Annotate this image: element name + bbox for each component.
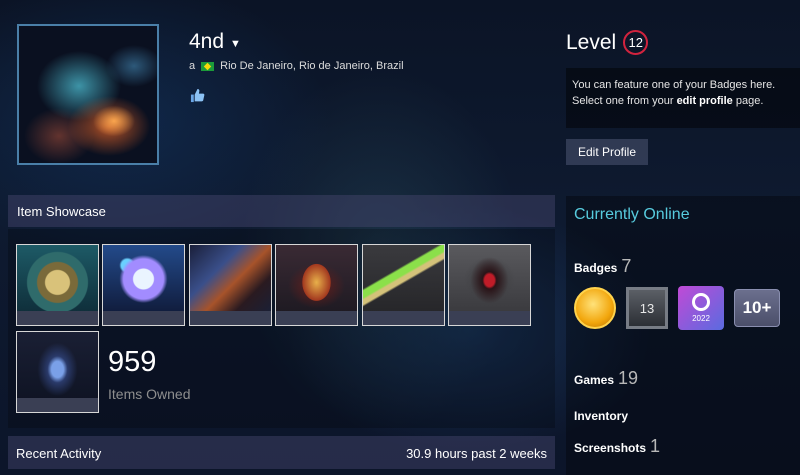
- profile-stats-panel: Currently Online Badges 7 13 2022 10+ Gam…: [566, 196, 800, 475]
- badges-link[interactable]: Badges 7: [574, 256, 631, 277]
- item-strip: [276, 311, 357, 325]
- persona-name: 4nd: [189, 30, 225, 53]
- persona-name-dropdown[interactable]: 4nd ▼: [189, 30, 241, 54]
- showcase-item[interactable]: [16, 244, 99, 326]
- items-owned-count: 959: [108, 346, 157, 378]
- games-count: 19: [618, 368, 639, 388]
- warrior-item-icon: [190, 245, 271, 313]
- item-strip: [363, 311, 444, 325]
- profile-location: a Rio De Janeiro, Rio de Janeiro, Brazil: [189, 60, 404, 72]
- online-status: Currently Online: [574, 206, 690, 223]
- coin-badge-icon[interactable]: [574, 287, 616, 329]
- showcase-item[interactable]: [362, 244, 445, 326]
- brazil-flag-icon: [201, 61, 215, 71]
- badge-year-label: 2022: [692, 314, 710, 323]
- recent-hours: 30.9 hours past 2 weeks: [406, 446, 547, 461]
- helmet-item-icon: [449, 245, 530, 313]
- steam-logo-icon: [692, 293, 710, 311]
- showcase-item[interactable]: [16, 331, 99, 413]
- aegis-item-icon: [17, 245, 98, 313]
- mask-item-icon: [17, 332, 98, 400]
- item-showcase-header: Item Showcase: [8, 195, 555, 227]
- screenshots-link[interactable]: Screenshots 1: [574, 436, 660, 457]
- item-strip: [103, 311, 184, 325]
- armor-item-icon: [276, 245, 357, 313]
- badge-note-line2: Select one from your edit profile page.: [572, 93, 794, 109]
- games-label: Games: [574, 373, 615, 387]
- real-name: a: [189, 60, 196, 72]
- item-showcase-title: Item Showcase: [17, 204, 106, 219]
- profile-avatar: [17, 24, 159, 165]
- badge-note-prefix: Select one from your: [572, 95, 677, 107]
- edit-profile-button[interactable]: Edit Profile: [566, 139, 648, 165]
- more-badges-button[interactable]: 10+: [734, 289, 780, 327]
- steam-replay-badge-icon[interactable]: 2022: [678, 286, 724, 330]
- screenshots-count: 1: [650, 436, 661, 456]
- showcase-item[interactable]: [448, 244, 531, 326]
- items-owned-label: Items Owned: [108, 386, 191, 402]
- level-label: Level: [566, 30, 617, 54]
- badges-label: Badges: [574, 261, 618, 275]
- recent-activity-title: Recent Activity: [16, 446, 102, 461]
- location-text: Rio De Janeiro, Rio de Janeiro, Brazil: [220, 60, 404, 72]
- games-link[interactable]: Games 19: [574, 368, 638, 389]
- cube-item-icon: [103, 245, 184, 313]
- screenshots-label: Screenshots: [574, 441, 647, 455]
- profile-level: Level 12: [566, 30, 649, 55]
- blade-item-icon: [363, 245, 444, 313]
- thumbs-up-icon[interactable]: [189, 87, 205, 103]
- featured-badge-placeholder: You can feature one of your Badges here.…: [566, 68, 800, 128]
- showcase-item[interactable]: [102, 244, 185, 326]
- showcase-item[interactable]: [189, 244, 272, 326]
- item-strip: [449, 311, 530, 325]
- badge-note-line1: You can feature one of your Badges here.: [572, 79, 776, 91]
- badge-note-suffix: page.: [732, 95, 764, 107]
- inventory-link[interactable]: Inventory: [574, 409, 628, 423]
- chevron-down-icon: ▼: [230, 38, 241, 50]
- recent-activity-header: Recent Activity 30.9 hours past 2 weeks: [8, 436, 555, 469]
- item-strip: [17, 398, 98, 412]
- item-strip: [17, 311, 98, 325]
- showcase-item[interactable]: [275, 244, 358, 326]
- inventory-label: Inventory: [574, 409, 629, 423]
- years-badge-icon[interactable]: 13: [626, 287, 668, 329]
- edit-profile-link[interactable]: edit profile: [677, 95, 733, 107]
- years-badge-label: 13: [639, 300, 655, 316]
- level-badge: 12: [623, 30, 649, 55]
- item-strip: [190, 311, 271, 325]
- badges-row: 13 2022 10+: [574, 286, 780, 330]
- badges-count: 7: [621, 256, 632, 276]
